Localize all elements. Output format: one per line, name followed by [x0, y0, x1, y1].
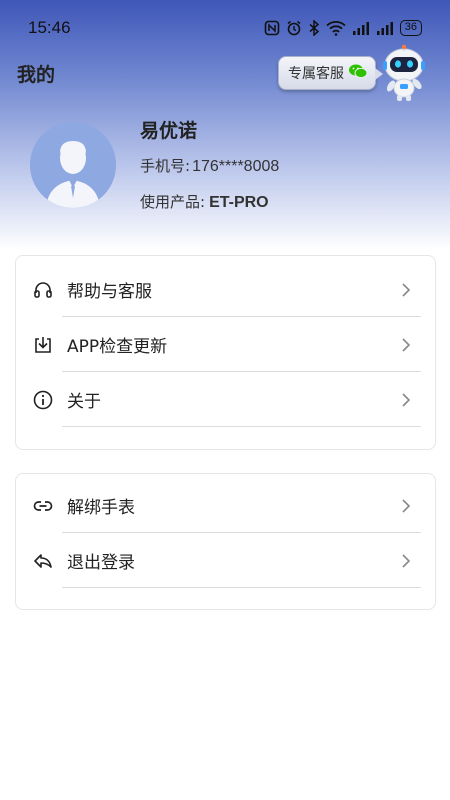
menu-item-label: APP检查更新	[67, 337, 168, 357]
menu-item-label: 关于	[67, 392, 101, 412]
chevron-right-icon	[402, 337, 411, 352]
wifi-icon	[326, 20, 346, 36]
avatar[interactable]	[30, 122, 116, 208]
divider	[62, 426, 421, 427]
phone-label: 手机号:	[140, 157, 191, 175]
link-icon	[33, 500, 53, 511]
divider	[62, 587, 421, 588]
battery-icon: 36	[399, 20, 422, 36]
menu-item-label: 退出登录	[67, 553, 135, 573]
reply-icon	[34, 553, 52, 568]
status-icons: 36	[264, 20, 422, 36]
customer-service-button[interactable]: 专属客服	[278, 56, 383, 90]
signal-icon	[376, 21, 394, 35]
signal-icon	[352, 21, 370, 35]
chevron-right-icon	[402, 392, 411, 407]
wechat-icon	[348, 63, 368, 83]
menu-item-unbind-watch[interactable]: 解绑手表	[16, 478, 435, 533]
nfc-icon	[264, 20, 280, 36]
product-value: ET-PRO	[209, 194, 269, 211]
headset-icon	[34, 281, 52, 298]
page-title: 我的	[17, 64, 56, 86]
menu-item-label: 解绑手表	[67, 498, 135, 518]
chevron-right-icon	[402, 553, 411, 568]
phone-value: 176****8008	[192, 158, 280, 175]
user-silhouette-icon	[30, 122, 116, 208]
bluetooth-icon	[308, 20, 320, 36]
alarm-icon	[286, 20, 302, 36]
menu-item-help[interactable]: 帮助与客服	[16, 262, 435, 317]
menu-item-logout[interactable]: 退出登录	[16, 533, 435, 588]
phone-row: 手机号: 176****8008	[140, 155, 279, 176]
menu-card-general: 帮助与客服 APP检查更新 关于	[15, 255, 436, 450]
user-name: 易优诺	[140, 120, 198, 142]
chevron-right-icon	[402, 498, 411, 513]
menu-item-label: 帮助与客服	[67, 282, 152, 302]
menu-item-check-update[interactable]: APP检查更新	[16, 317, 435, 372]
status-time: 15:46	[28, 18, 71, 37]
robot-mascot-icon	[383, 44, 425, 101]
product-label: 使用产品:	[140, 193, 206, 211]
download-icon	[35, 336, 51, 353]
chevron-right-icon	[402, 282, 411, 297]
customer-service-label: 专属客服	[288, 66, 344, 82]
info-icon	[33, 390, 53, 409]
menu-item-about[interactable]: 关于	[16, 372, 435, 427]
menu-card-account: 解绑手表 退出登录	[15, 473, 436, 610]
product-row: 使用产品: ET-PRO	[140, 191, 269, 212]
